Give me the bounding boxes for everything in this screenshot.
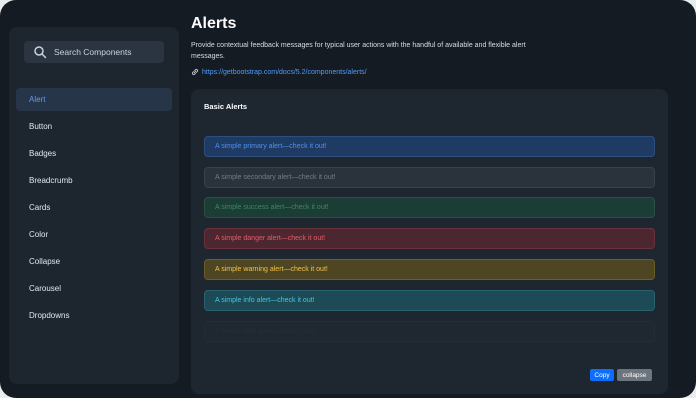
sidebar-item-button[interactable]: Button: [16, 115, 172, 138]
alert-secondary: A simple secondary alert—check it out!: [204, 167, 655, 188]
alert-warning: A simple warning alert—check it out!: [204, 259, 655, 280]
alert-danger: A simple danger alert—check it out!: [204, 228, 655, 249]
collapse-button[interactable]: collapse: [617, 369, 652, 381]
copy-button[interactable]: Copy: [590, 369, 614, 381]
page-title: Alerts: [191, 15, 237, 32]
alert-success: A simple success alert—check it out!: [204, 197, 655, 218]
docs-link-row: https://getbootstrap.com/docs/5.2/compon…: [191, 68, 367, 76]
alert-primary: A simple primary alert—check it out!: [204, 136, 655, 157]
sidebar-item-dropdowns[interactable]: Dropdowns: [16, 304, 172, 327]
sidebar-item-color[interactable]: Color: [16, 223, 172, 246]
sidebar-item-alert[interactable]: Alert: [16, 88, 172, 111]
sidebar-item-cards[interactable]: Cards: [16, 196, 172, 219]
sidebar-item-badges[interactable]: Badges: [16, 142, 172, 165]
page-description: Provide contextual feedback messages for…: [191, 42, 526, 60]
search-input[interactable]: Search Components: [54, 47, 132, 57]
alert-info: A simple info alert—check it out!: [204, 290, 655, 311]
search-icon: [34, 46, 47, 59]
link-icon: [191, 68, 199, 76]
search-box[interactable]: Search Components: [24, 41, 164, 63]
docs-link[interactable]: https://getbootstrap.com/docs/5.2/compon…: [202, 69, 367, 76]
sidebar: Search Components Alert Button Badges Br…: [9, 27, 179, 384]
card-title: Basic Alerts: [204, 102, 248, 111]
alert-light: A simple light alert—check it out!: [204, 321, 655, 342]
sidebar-item-breadcrumb[interactable]: Breadcrumb: [16, 169, 172, 192]
app-window: Search Components Alert Button Badges Br…: [0, 0, 696, 398]
sidebar-nav: Alert Button Badges Breadcrumb Cards Col…: [16, 88, 172, 331]
sidebar-item-collapse[interactable]: Collapse: [16, 250, 172, 273]
sidebar-item-carousel[interactable]: Carousel: [16, 277, 172, 300]
basic-alerts-card: Basic Alerts A simple primary alert—chec…: [191, 89, 668, 394]
